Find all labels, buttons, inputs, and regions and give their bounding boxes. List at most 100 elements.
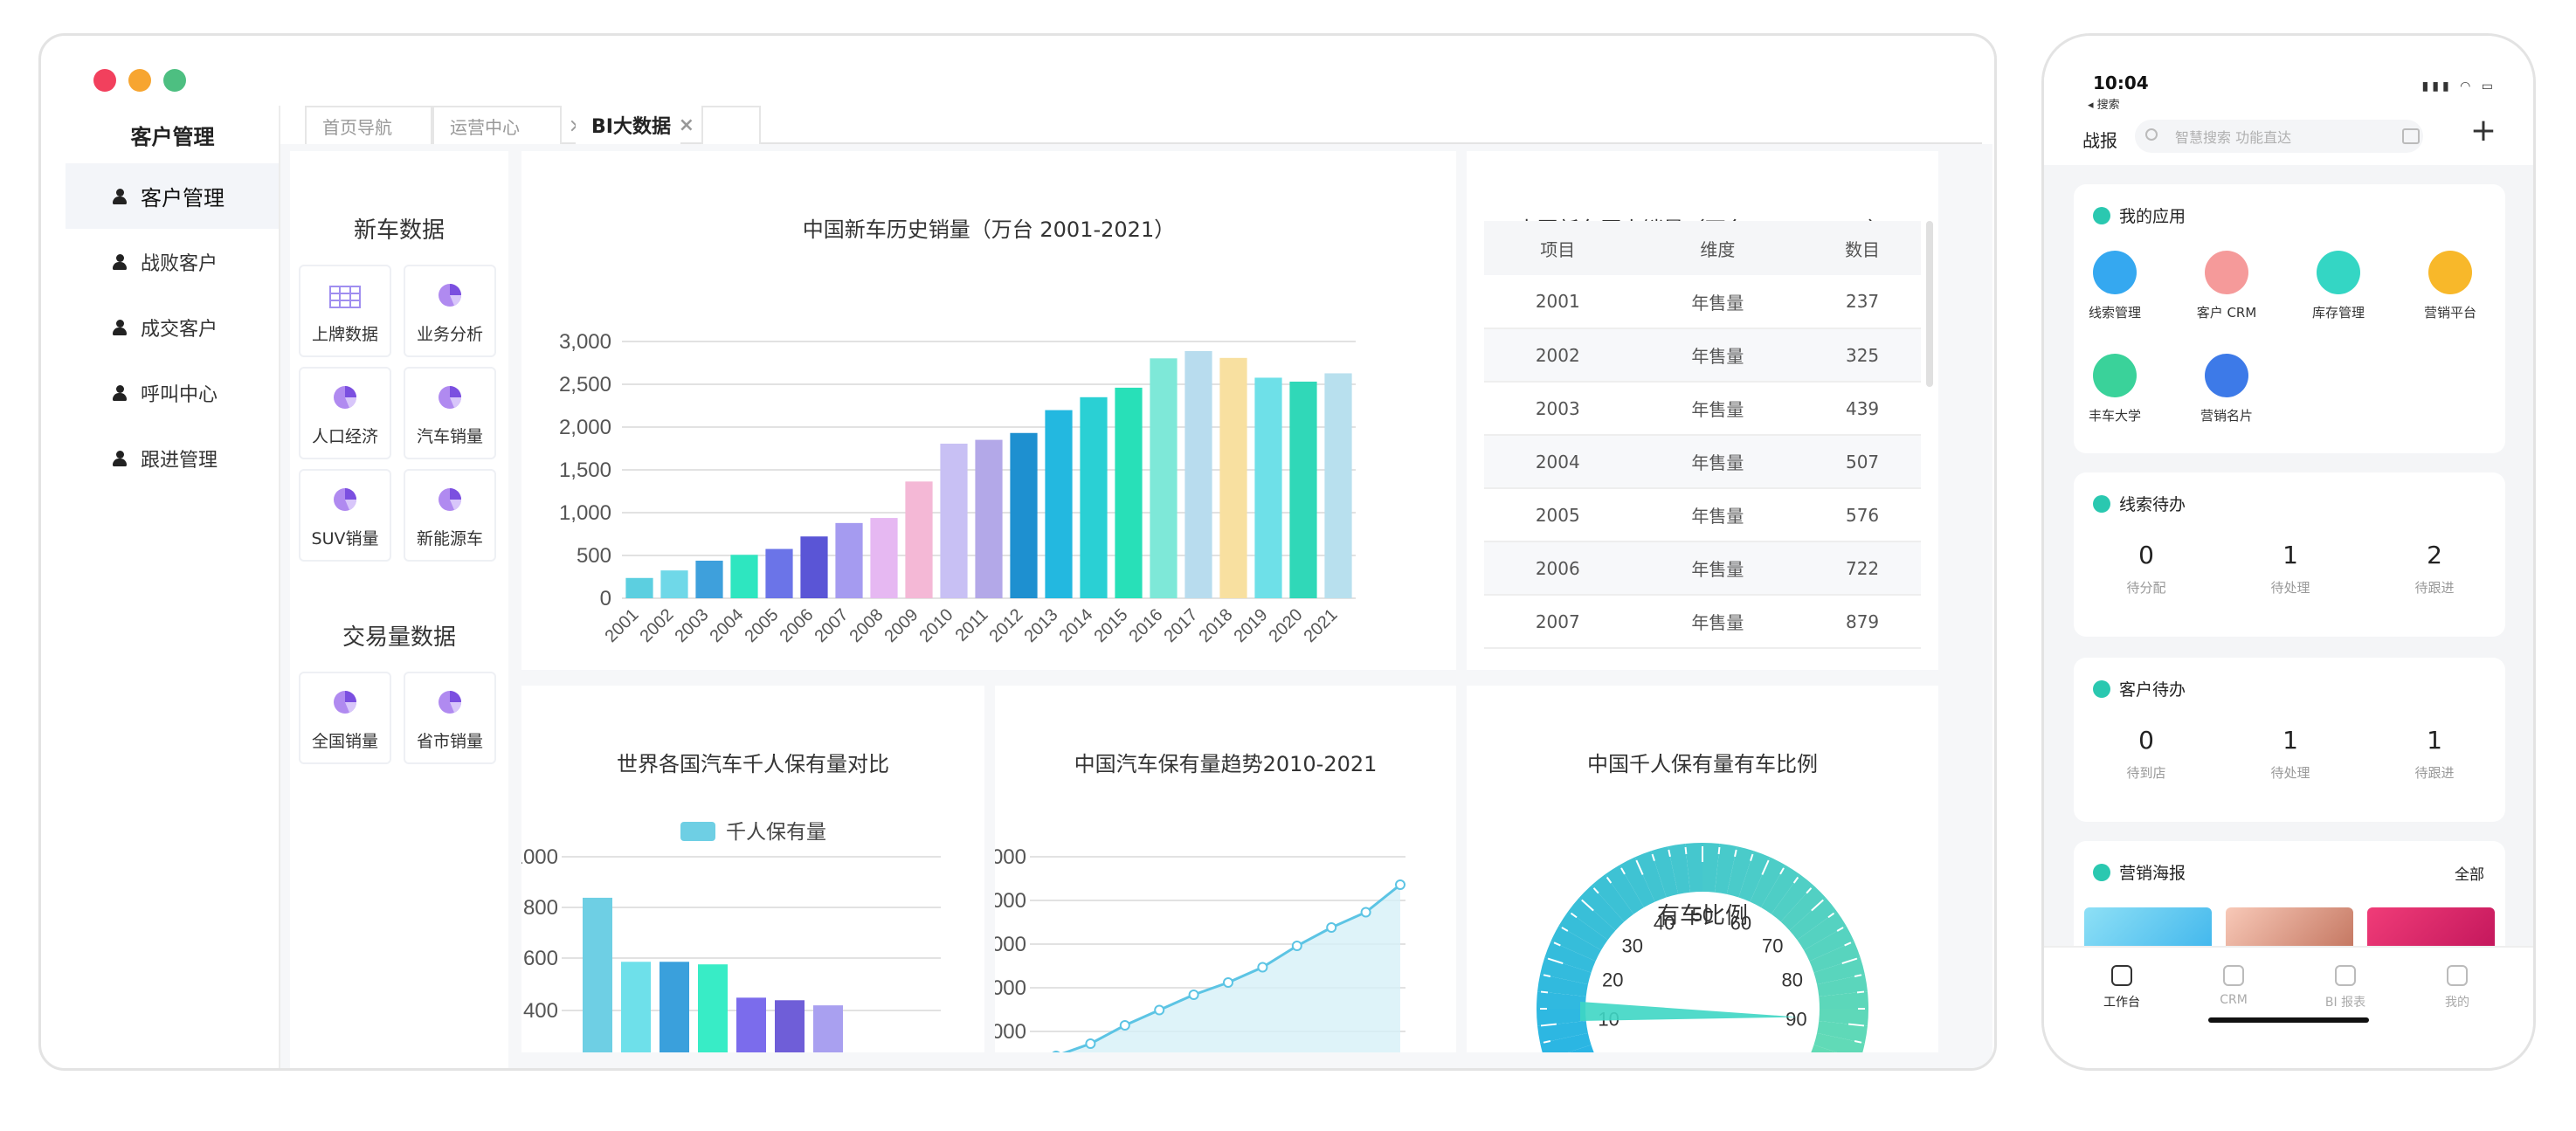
bar	[905, 481, 933, 598]
tab-empty[interactable]	[701, 106, 761, 144]
bar	[1045, 410, 1073, 598]
sidebar-item-lost-customers[interactable]: 战败客户	[66, 229, 280, 294]
app-shortcut[interactable]: 客户 CRM	[2179, 251, 2275, 321]
y-tick-label: 000	[995, 889, 1026, 913]
x-tick-label: 2018	[1196, 605, 1237, 646]
sidebar-item-label: 战败客户	[141, 252, 218, 275]
table-row[interactable]: 2005 年售量 576	[1484, 488, 1921, 542]
tab-ops-center[interactable]: 运营中心×	[432, 106, 584, 144]
app-icon	[2093, 354, 2137, 397]
back-to-search[interactable]: ◂ 搜索	[2088, 95, 2120, 112]
x-tick-label: 2015	[1091, 605, 1132, 646]
table-row[interactable]: 2006 年售量 722	[1484, 541, 1921, 596]
category-tile[interactable]: 业务分析	[404, 265, 496, 357]
table-row[interactable]: 2001 年售量 237	[1484, 275, 1921, 329]
app-shortcut[interactable]: 营销平台	[2402, 251, 2498, 321]
lead-todo-card: 线索待办 0 待分配 1 待处理 2 待跟进	[2074, 472, 2505, 637]
bottom-tab[interactable]: 我的	[2418, 965, 2497, 1010]
app-shortcut[interactable]: 丰车大学	[2067, 354, 2163, 424]
y-tick-label: 000	[995, 976, 1026, 1000]
gauge-tick	[1540, 990, 1549, 994]
category-tile-label: 上牌数据	[311, 325, 378, 344]
nav-title[interactable]: 战报	[2082, 127, 2117, 152]
data-point	[1085, 1038, 1096, 1049]
poster-title: 营销海报	[2119, 864, 2186, 883]
pie-chart-icon	[437, 384, 463, 424]
bar	[660, 962, 689, 1052]
table-cell: 年售量	[1631, 435, 1805, 489]
category-tile[interactable]: 人口经济	[299, 367, 391, 459]
user-icon	[113, 319, 127, 335]
table-cell: 2005	[1484, 488, 1632, 542]
sidebar-item-follow-up[interactable]: 跟进管理	[66, 425, 280, 491]
todo-stat[interactable]: 1 待处理	[2234, 726, 2347, 782]
apps-icon	[2093, 206, 2110, 224]
category-tile[interactable]: 省市销量	[404, 672, 496, 764]
bar	[1324, 373, 1352, 598]
category-tile[interactable]: SUV销量	[299, 469, 391, 562]
close-icon[interactable]: ×	[679, 114, 694, 136]
pie-chart-icon	[437, 282, 463, 321]
category-tile[interactable]: 汽车销量	[404, 367, 496, 459]
app-label: 客户 CRM	[2196, 305, 2257, 321]
table-cell: 年售量	[1631, 488, 1805, 542]
poster-view-all-link[interactable]: 全部	[2455, 862, 2484, 884]
bar	[975, 439, 1003, 598]
scan-icon[interactable]	[2402, 128, 2420, 144]
bottom-tab-bar: 工作台 CRM BI 报表 我的	[2044, 946, 2533, 1068]
status-icons: ▮▮▮ ◠ ▭	[2421, 79, 2497, 93]
close-window-button[interactable]	[93, 69, 116, 92]
bottom-tab[interactable]: CRM	[2194, 965, 2273, 1007]
table-scrollbar[interactable]	[1926, 221, 1933, 387]
sidebar-item-customer-management[interactable]: 客户管理	[66, 163, 280, 229]
table-cell: 年售量	[1631, 275, 1805, 329]
tab-home-nav[interactable]: 首页导航	[305, 106, 432, 144]
bar	[765, 548, 793, 598]
bottom-tab[interactable]: 工作台	[2082, 965, 2161, 1010]
table-row[interactable]: 2002 年售量 325	[1484, 328, 1921, 383]
sidebar-item-closed-customers[interactable]: 成交客户	[66, 294, 280, 360]
data-point	[1326, 922, 1337, 933]
search-input[interactable]: 智慧搜索 功能直达	[2135, 120, 2423, 153]
bar	[695, 560, 723, 598]
y-tick-label: 600	[523, 947, 558, 970]
status-time: 10:04	[2093, 72, 2149, 93]
minimize-window-button[interactable]	[128, 69, 151, 92]
add-button[interactable]: +	[2470, 113, 2497, 148]
pie-chart-icon	[437, 486, 463, 526]
category-tile[interactable]: 新能源车	[404, 469, 496, 562]
app-shortcut[interactable]: 营销名片	[2179, 354, 2275, 424]
y-tick-label: 3,000	[559, 330, 611, 354]
gauge-tick-label: 20	[1602, 969, 1623, 991]
legend-swatch	[680, 822, 715, 841]
world-bar-chart: 千人保有量 1000 800 600 400	[521, 820, 941, 1052]
y-tick-label: 1,500	[559, 459, 611, 482]
x-tick-label: 2002	[637, 605, 678, 646]
todo-stat[interactable]: 1 待处理	[2234, 541, 2347, 597]
todo-stat[interactable]: 0 待分配	[2089, 541, 2203, 597]
gauge-tick-label: 90	[1785, 1008, 1806, 1030]
customer-todo-heading: 客户待办	[2093, 677, 2186, 700]
table-row[interactable]: 2003 年售量 439	[1484, 382, 1921, 436]
table-row[interactable]: 2004 年售量 507	[1484, 435, 1921, 489]
tab-bi-data[interactable]: BI大数据 ×	[576, 106, 694, 144]
todo-stat[interactable]: 0 待到店	[2089, 726, 2203, 782]
bar	[1010, 432, 1038, 598]
category-tile[interactable]: 上牌数据	[299, 265, 391, 357]
app-shortcut[interactable]: 库存管理	[2290, 251, 2386, 321]
y-tick-label: 1000	[521, 845, 558, 869]
app-shortcut[interactable]: 线索管理	[2067, 251, 2163, 321]
data-point	[1154, 1004, 1165, 1016]
sidebar-item-call-center[interactable]: 呼叫中心	[66, 360, 280, 425]
lead-todo-title: 线索待办	[2119, 495, 2186, 514]
category-tile-label: 全国销量	[311, 732, 378, 751]
category-tile[interactable]: 全国销量	[299, 672, 391, 764]
table-cell: 2002	[1484, 328, 1632, 383]
todo-label: 待到店	[2126, 765, 2166, 781]
todo-stat[interactable]: 1 待跟进	[2378, 726, 2491, 782]
table-row[interactable]: 2007 年售量 879	[1484, 595, 1921, 649]
bottom-tab[interactable]: BI 报表	[2306, 965, 2385, 1010]
maximize-window-button[interactable]	[163, 69, 186, 92]
pie-chart-icon	[332, 384, 358, 424]
todo-stat[interactable]: 2 待跟进	[2378, 541, 2491, 597]
